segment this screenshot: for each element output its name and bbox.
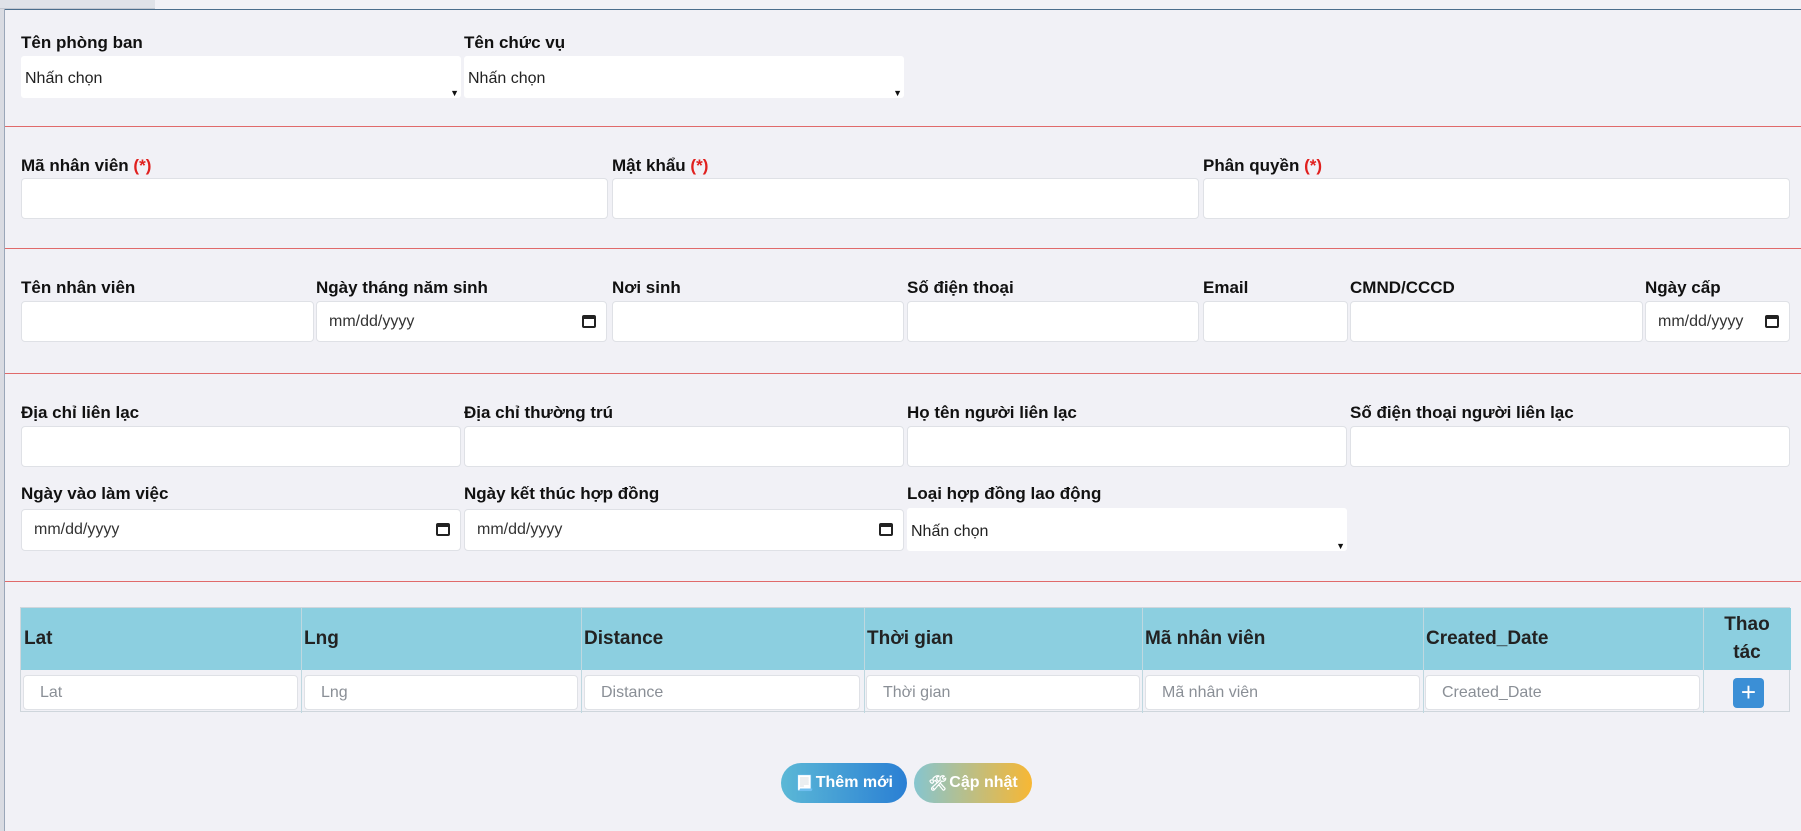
- chevron-down-icon: ▼: [893, 88, 902, 98]
- position-select-value: Nhấn chọn: [468, 70, 546, 87]
- document-icon: 📃: [795, 775, 814, 792]
- permission-input[interactable]: [1203, 178, 1790, 219]
- password-label: Mật khẩu (*): [612, 156, 708, 176]
- lng-input[interactable]: Lng: [304, 675, 578, 710]
- chevron-down-icon: ▼: [1336, 541, 1345, 551]
- phone-label: Số điện thoại: [907, 278, 1014, 297]
- contract-type-select-value: Nhấn chọn: [911, 523, 989, 540]
- update-button[interactable]: 🛠 Cập nhật: [914, 763, 1032, 803]
- calendar-icon[interactable]: [1765, 315, 1779, 328]
- email-label: Email: [1203, 278, 1249, 297]
- contact-name-label: Họ tên người liên lạc: [907, 403, 1077, 422]
- contract-type-label: Loại hợp đồng lao động: [907, 484, 1102, 503]
- column-divider: [864, 608, 865, 713]
- time-input[interactable]: Thời gian: [866, 675, 1140, 710]
- calendar-icon[interactable]: [436, 523, 450, 536]
- actions-header-line2: tác: [1733, 642, 1761, 663]
- add-row-button[interactable]: +: [1733, 678, 1764, 708]
- contact-phone-input[interactable]: [1350, 426, 1790, 467]
- section-separator: [5, 248, 1801, 249]
- birthplace-input[interactable]: [612, 301, 904, 342]
- top-tab: [0, 0, 155, 9]
- permission-label-text: Phân quyền: [1203, 156, 1300, 175]
- section-separator: [5, 126, 1801, 127]
- employee-name-label: Tên nhân viên: [21, 278, 136, 297]
- employee-code-input[interactable]: [21, 178, 608, 219]
- actions-header-line1: Thao: [1724, 614, 1770, 635]
- column-header-actions: Thao tác: [1703, 608, 1791, 670]
- contact-address-label: Địa chỉ liên lạc: [21, 403, 140, 422]
- column-header-created-date: Created_Date: [1426, 628, 1549, 649]
- column-divider: [1703, 608, 1704, 713]
- department-select-value: Nhấn chọn: [25, 70, 103, 87]
- add-new-button[interactable]: 📃 Thêm mới: [781, 763, 907, 803]
- id-card-label: CMND/CCCD: [1350, 278, 1455, 297]
- birthdate-label: Ngày tháng năm sinh: [316, 278, 488, 297]
- calendar-icon[interactable]: [879, 523, 893, 536]
- distance-input[interactable]: Distance: [584, 675, 860, 710]
- column-header-time: Thời gian: [867, 628, 954, 649]
- tools-icon: 🛠: [928, 775, 948, 792]
- department-select[interactable]: Nhấn chọn ▼: [21, 56, 461, 98]
- department-label: Tên phòng ban: [21, 33, 143, 52]
- calendar-icon[interactable]: [582, 315, 596, 328]
- permanent-address-input[interactable]: [464, 426, 904, 467]
- issue-date-input[interactable]: mm/dd/yyyy: [1645, 301, 1790, 342]
- column-divider: [1423, 608, 1424, 713]
- update-button-label: Cập nhật: [949, 774, 1018, 791]
- required-marker: (*): [690, 156, 709, 175]
- birthdate-placeholder: mm/dd/yyyy: [329, 313, 415, 330]
- column-divider: [581, 608, 582, 713]
- employee-code-label-text: Mã nhân viên: [21, 156, 129, 175]
- column-header-distance: Distance: [584, 628, 664, 649]
- section-separator: [5, 373, 1801, 374]
- birthdate-input[interactable]: mm/dd/yyyy: [316, 301, 607, 342]
- table-header: Lat Lng Distance Thời gian Mã nhân viên …: [21, 608, 1791, 670]
- column-header-lng: Lng: [304, 628, 339, 649]
- employee-code-label: Mã nhân viên (*): [21, 156, 151, 176]
- position-label: Tên chức vụ: [464, 33, 566, 52]
- id-card-input[interactable]: [1350, 301, 1643, 342]
- chevron-down-icon: ▼: [450, 88, 459, 98]
- column-divider: [301, 608, 302, 713]
- contract-end-input[interactable]: mm/dd/yyyy: [464, 509, 904, 551]
- start-date-input[interactable]: mm/dd/yyyy: [21, 509, 461, 551]
- permission-label: Phân quyền (*): [1203, 156, 1322, 176]
- contact-name-input[interactable]: [907, 426, 1347, 467]
- contract-type-select[interactable]: Nhấn chọn ▼: [907, 508, 1347, 551]
- position-select[interactable]: Nhấn chọn ▼: [464, 56, 904, 98]
- email-input[interactable]: [1203, 301, 1348, 342]
- column-header-lat: Lat: [24, 628, 53, 649]
- birthplace-label: Nơi sinh: [612, 278, 681, 297]
- employee-code-cell-input[interactable]: Mã nhân viên: [1145, 675, 1420, 710]
- employee-name-input[interactable]: [21, 301, 314, 342]
- column-divider: [1142, 608, 1143, 713]
- password-label-text: Mật khẩu: [612, 156, 686, 175]
- column-header-employee-code: Mã nhân viên: [1145, 628, 1266, 649]
- section-separator: [5, 581, 1801, 582]
- column-header-actions-text: Thao tác: [1724, 611, 1769, 667]
- left-border: [0, 0, 5, 831]
- top-divider: [5, 9, 1801, 10]
- contract-end-placeholder: mm/dd/yyyy: [477, 521, 563, 538]
- add-new-button-label: Thêm mới: [815, 774, 893, 791]
- created-date-input[interactable]: Created_Date: [1425, 675, 1700, 710]
- location-table: Lat Lng Distance Thời gian Mã nhân viên …: [20, 607, 1791, 713]
- start-date-label: Ngày vào làm việc: [21, 484, 169, 503]
- start-date-placeholder: mm/dd/yyyy: [34, 521, 120, 538]
- password-input[interactable]: [612, 178, 1199, 219]
- permanent-address-label: Địa chỉ thường trú: [464, 403, 614, 422]
- required-marker: (*): [1304, 156, 1323, 175]
- phone-input[interactable]: [907, 301, 1199, 342]
- issue-date-label: Ngày cấp: [1645, 278, 1721, 297]
- issue-date-placeholder: mm/dd/yyyy: [1658, 313, 1744, 330]
- contract-end-label: Ngày kết thúc hợp đồng: [464, 484, 660, 503]
- contact-address-input[interactable]: [21, 426, 461, 467]
- lat-input[interactable]: Lat: [23, 675, 298, 710]
- required-marker: (*): [133, 156, 152, 175]
- contact-phone-label: Số điện thoại người liên lạc: [1350, 403, 1574, 422]
